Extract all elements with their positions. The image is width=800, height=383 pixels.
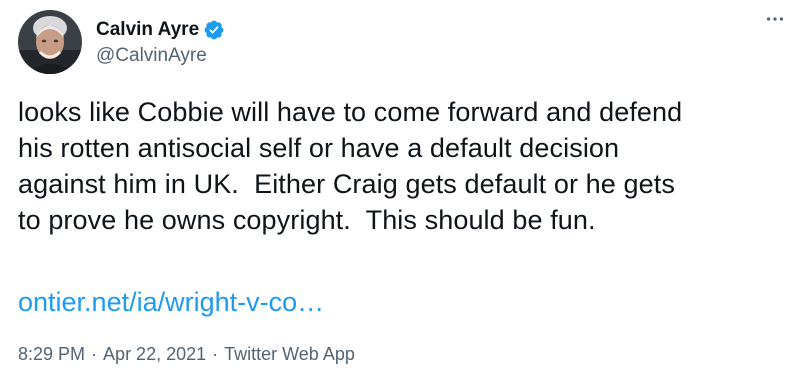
avatar[interactable] [18,10,82,74]
tweet-text-line: looks like Cobbie will have to come forw… [18,97,683,127]
tweet-header: Calvin Ayre @CalvinAyre [18,10,782,74]
tweet-link[interactable]: ontier.net/ia/wright-v-co… [18,284,324,320]
meta-separator: · [91,344,98,364]
meta-separator: · [212,344,219,364]
tweet-time[interactable]: 8:29 PM [18,341,85,367]
avatar-image [18,10,82,74]
tweet-text-line: to prove he owns copyright. This should … [18,205,596,235]
name-row: Calvin Ayre [96,17,225,43]
tweet-date[interactable]: Apr 22, 2021 [103,341,206,367]
tweet-card: Calvin Ayre @CalvinAyre looks like Cobbi… [0,0,800,383]
more-options-button[interactable] [758,2,792,36]
author-names: Calvin Ayre @CalvinAyre [96,17,225,67]
tweet-meta: 8:29 PM · Apr 22, 2021 · Twitter Web App [18,341,355,367]
more-horizontal-icon [766,17,784,21]
tweet-text: looks like Cobbie will have to come forw… [18,94,788,238]
author-handle[interactable]: @CalvinAyre [96,45,225,67]
display-name[interactable]: Calvin Ayre [96,19,199,41]
tweet-source[interactable]: Twitter Web App [224,341,355,367]
verified-badge-icon [203,19,225,41]
tweet-text-line: his rotten antisocial self or have a def… [18,133,620,163]
tweet-text-line: against him in UK. Either Craig gets def… [18,169,675,199]
